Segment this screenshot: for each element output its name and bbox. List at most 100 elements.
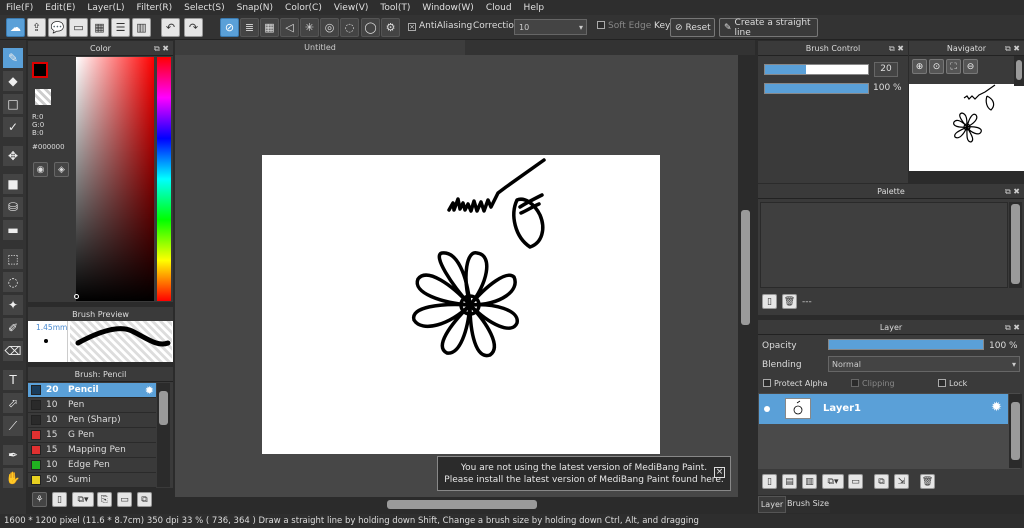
duplicate-layer-icon[interactable]: ⧉ (874, 474, 889, 489)
snap-grid-icon[interactable]: ▦ (260, 18, 279, 37)
menu-view[interactable]: View(V) (328, 3, 369, 13)
close-icon[interactable]: × (714, 467, 725, 478)
add-layer-menu-icon[interactable]: ⧉▾ (822, 474, 844, 489)
lock-checkbox[interactable] (938, 379, 946, 387)
transparent-color-swatch[interactable] (35, 89, 51, 105)
redo-icon[interactable]: ↷ (184, 18, 203, 37)
soft-edge-checkbox[interactable] (597, 21, 605, 29)
menu-filter[interactable]: Filter(R) (131, 3, 173, 13)
antialiasing-checkbox[interactable]: × (408, 23, 416, 31)
comment-icon[interactable]: ▭ (69, 18, 88, 37)
color-wheel-icon[interactable]: ◉ (33, 162, 48, 177)
menu-tool[interactable]: Tool(T) (374, 3, 410, 13)
snap-off-icon[interactable]: ⊘ (220, 18, 239, 37)
canvas-vertical-scrollbar[interactable] (738, 55, 753, 497)
brush-list-item[interactable]: 10 Pen (Sharp) (28, 413, 156, 428)
brush-size-slider[interactable] (764, 64, 869, 75)
menu-layer[interactable]: Layer(L) (81, 3, 124, 13)
folder-icon[interactable]: ▭ (117, 492, 132, 507)
lock-toggle[interactable]: Lock (938, 379, 967, 388)
panel-controls[interactable]: ⧉ ✖ (1005, 184, 1020, 199)
eye-icon[interactable] (764, 406, 770, 412)
eyedropper-icon[interactable]: ✒ (3, 445, 23, 465)
select-eraser-icon[interactable]: ⌫ (3, 341, 23, 361)
chat-icon[interactable]: 💬 (48, 18, 67, 37)
canvas-tab[interactable]: Untitled (175, 40, 465, 55)
menu-window[interactable]: Window(W) (416, 3, 473, 13)
operation-icon[interactable]: ⬀ (3, 393, 23, 413)
brush-icon[interactable]: ✎ (3, 48, 23, 68)
move-icon[interactable]: ✥ (3, 146, 23, 166)
snap-perspective-icon[interactable]: ◁ (280, 18, 299, 37)
folder-icon[interactable]: ▭ (848, 474, 863, 489)
menu-file[interactable]: File(F) (0, 3, 33, 13)
protect-alpha-checkbox[interactable] (763, 379, 771, 387)
brush-settings-icon[interactable]: ⎘ (97, 492, 112, 507)
duplicate-brush-icon[interactable]: ⧉ (137, 492, 152, 507)
tile-icon[interactable]: ▥ (132, 18, 151, 37)
clipping-checkbox[interactable] (851, 379, 859, 387)
palette-scroll-thumb[interactable] (1011, 204, 1020, 284)
menu-cloud[interactable]: Cloud (480, 3, 512, 13)
select-rect-icon[interactable]: ⬚ (3, 249, 23, 269)
foreground-color-swatch[interactable] (32, 62, 48, 78)
grid-icon[interactable]: ▦ (90, 18, 109, 37)
hand-icon[interactable]: ✋ (3, 468, 23, 488)
brush-list-item[interactable]: 15 G Pen (28, 428, 156, 443)
navigator-scroll-thumb[interactable] (1016, 60, 1022, 80)
palette-scrollbar[interactable] (1009, 202, 1022, 288)
color-history-icon[interactable]: ◈ (54, 162, 69, 177)
eraser-icon[interactable]: ◆ (3, 71, 23, 91)
canvas-h-scroll-thumb[interactable] (387, 500, 537, 509)
layer-opacity-slider[interactable] (828, 339, 984, 350)
lasso-icon[interactable]: ◌ (3, 272, 23, 292)
snap-radial-icon[interactable]: ✳ (300, 18, 319, 37)
clipping-toggle[interactable]: Clipping (851, 379, 895, 388)
tab-brush-size[interactable]: Brush Size (786, 496, 830, 513)
merge-down-icon[interactable]: ⇲ (894, 474, 909, 489)
snap-ellipse-icon[interactable]: ◌ (340, 18, 359, 37)
export-icon[interactable]: ⇪ (27, 18, 46, 37)
straight-line-button[interactable]: ✎ Create a straight line (719, 18, 818, 38)
brush-list-item[interactable]: 10 Edge Pen (28, 458, 156, 473)
brush-list-item[interactable]: 10 Pen (28, 398, 156, 413)
select-pen-icon[interactable]: ✐ (3, 318, 23, 338)
menu-help[interactable]: Help (518, 3, 545, 13)
canvas-area[interactable] (175, 55, 738, 497)
panel-controls[interactable]: ⧉ ✖ (154, 41, 169, 56)
tab-layer[interactable]: Layer (758, 496, 786, 513)
protect-alpha-toggle[interactable]: Protect Alpha (763, 379, 828, 388)
trash-icon[interactable]: 🗑 (920, 474, 935, 489)
menu-select[interactable]: Select(S) (178, 3, 225, 13)
new-brush-icon[interactable]: ▯ (52, 492, 67, 507)
list-icon[interactable]: ☰ (111, 18, 130, 37)
brush-size-value[interactable]: 20 (874, 62, 898, 77)
menu-snap[interactable]: Snap(N) (231, 3, 273, 13)
new-palette-icon[interactable]: ▯ (762, 294, 777, 309)
palette-swatch-area[interactable] (760, 202, 1008, 288)
brush-add-menu-icon[interactable]: ⧉▾ (72, 492, 94, 507)
navigator-preview[interactable] (909, 84, 1024, 171)
gear-icon[interactable]: ✹ (991, 400, 1002, 415)
navigator-scrollbar[interactable] (1014, 56, 1024, 86)
fit-icon[interactable]: ⛶ (946, 59, 961, 74)
antialiasing-toggle[interactable]: × AntiAliasing (408, 21, 472, 31)
brush-list-scrollbar[interactable] (157, 383, 170, 487)
add-brush-icon[interactable]: ⚘ (32, 492, 47, 507)
brush-list-item[interactable]: 20 Pencil ✹ (28, 383, 156, 398)
update-notice[interactable]: You are not using the latest version of … (437, 456, 731, 491)
snap-concentric-icon[interactable]: ◎ (320, 18, 339, 37)
brush-list-scroll-thumb[interactable] (159, 391, 168, 425)
dot-brush-icon[interactable]: ✓ (3, 117, 23, 137)
update-notice-line2[interactable]: Please install the latest version of Med… (438, 474, 730, 486)
drawing-paper[interactable] (262, 155, 660, 454)
layer-list-scrollbar[interactable] (1009, 394, 1022, 468)
zoom-out-icon[interactable]: ⊖ (963, 59, 978, 74)
snap-parallel-icon[interactable]: ≣ (240, 18, 259, 37)
panel-controls[interactable]: ⧉ ✖ (1005, 41, 1020, 56)
snap-curve-icon[interactable]: ◯ (361, 18, 380, 37)
layer-row[interactable]: Layer1 ✹ (759, 394, 1008, 424)
gear-icon[interactable]: ✹ (145, 384, 154, 397)
blending-select[interactable]: Normal ▾ (828, 356, 1020, 372)
canvas-v-scroll-thumb[interactable] (741, 210, 750, 325)
